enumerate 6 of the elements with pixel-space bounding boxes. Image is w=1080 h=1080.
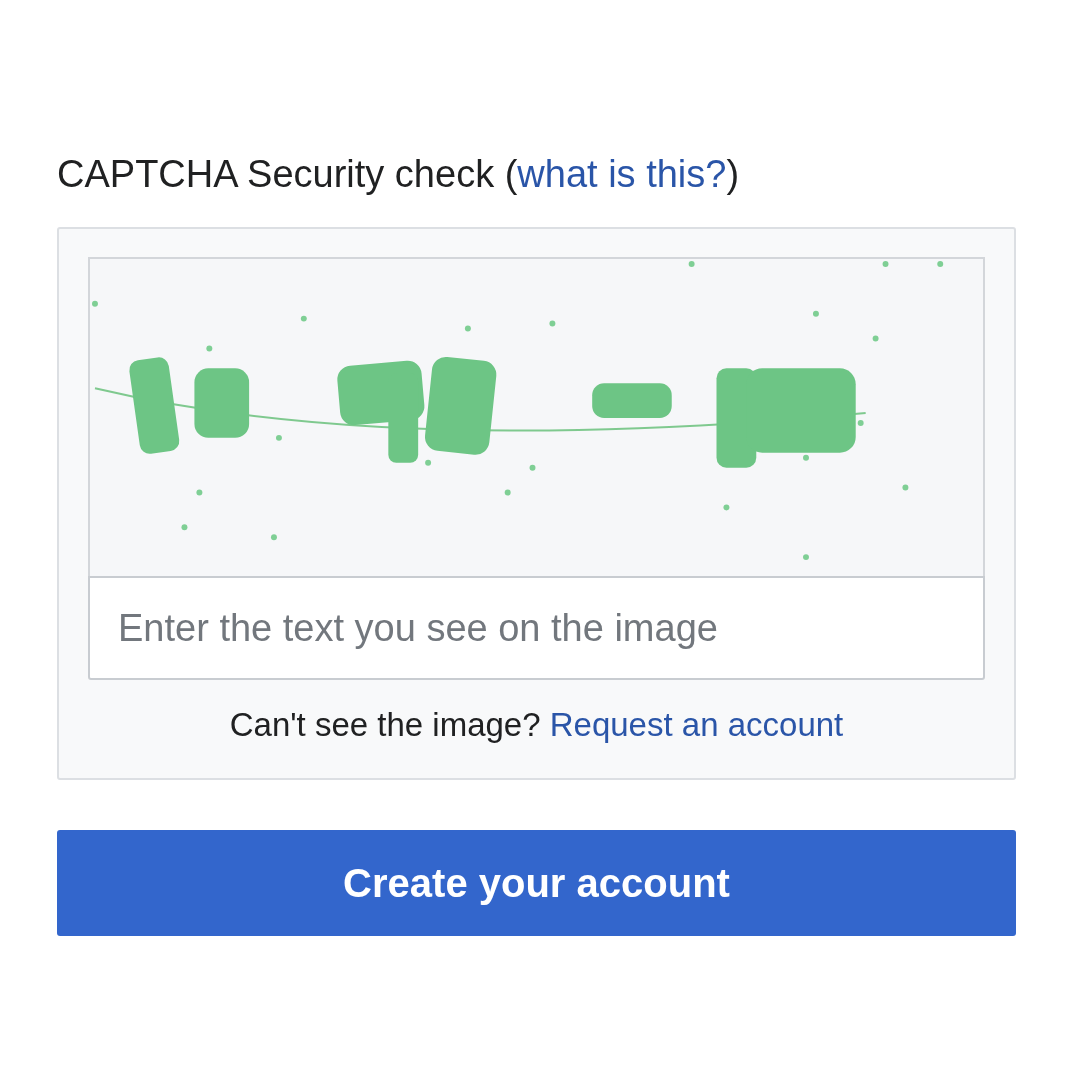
captcha-help-text: Can't see the image? Request an account	[228, 706, 845, 744]
request-account-link[interactable]: Request an account	[549, 706, 844, 743]
captcha-input-field[interactable]: Enter the text you see on the image	[88, 576, 985, 680]
captcha-heading: CAPTCHA Security check (what is this?)	[57, 152, 741, 197]
create-account-button[interactable]: Create your account	[57, 830, 1016, 936]
what-is-this-link[interactable]: what is this?	[517, 153, 727, 195]
